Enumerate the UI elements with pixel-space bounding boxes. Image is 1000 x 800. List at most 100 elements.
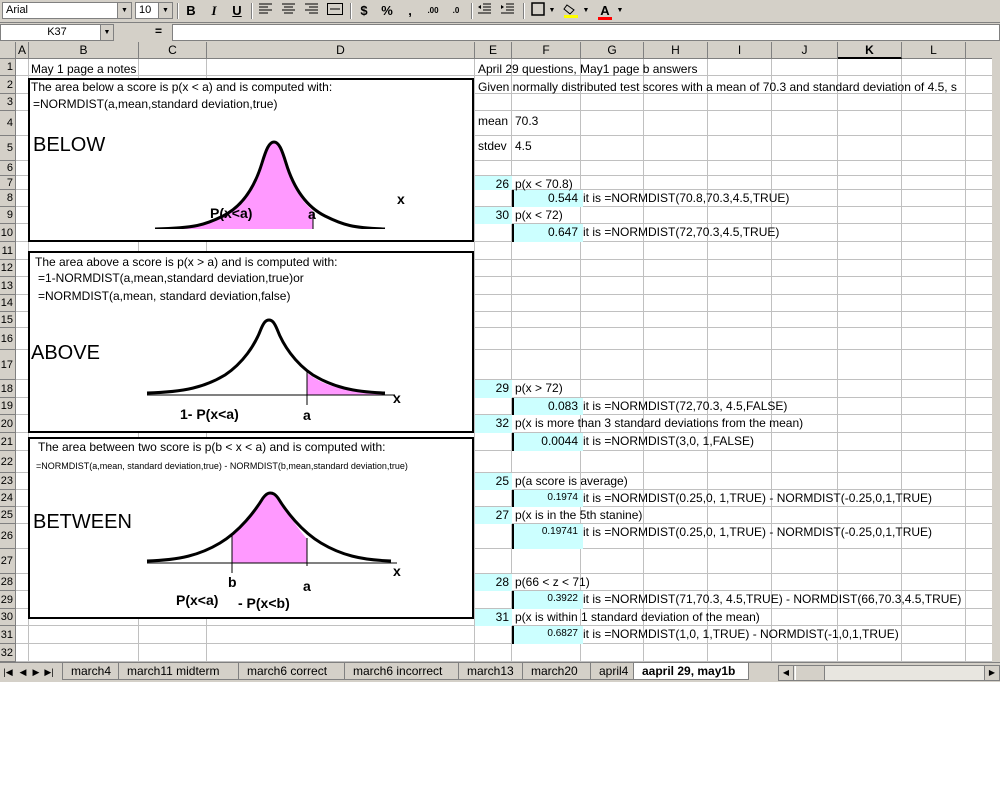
row-header-26[interactable]: 26	[0, 524, 16, 549]
sheet-tab[interactable]: march11 midterm	[118, 663, 240, 680]
row-header-22[interactable]: 22	[0, 451, 16, 473]
column-header-f[interactable]: F	[512, 42, 581, 59]
column-gridline	[511, 59, 512, 662]
scroll-left-button[interactable]: ◀	[779, 666, 794, 680]
vertical-scrollbar[interactable]	[992, 42, 1000, 662]
row-header-29[interactable]: 29	[0, 591, 16, 609]
row-header-14[interactable]: 14	[0, 295, 16, 312]
row-header-24[interactable]: 24	[0, 490, 16, 507]
formula-input[interactable]	[172, 24, 1000, 41]
answers-given: Given normally distributed test scores w…	[478, 80, 957, 94]
font-size-select[interactable]: 10 ▼	[135, 2, 173, 19]
row-header-8[interactable]: 8	[0, 190, 16, 207]
fill-color-dropdown[interactable]: ▼	[581, 2, 591, 20]
font-name-select[interactable]: Arial ▼	[2, 2, 132, 19]
answer-formula: it is =NORMDIST(72,70.3, 4.5,FALSE)	[583, 399, 788, 413]
merge-center-button[interactable]	[325, 2, 345, 20]
between-caption-2: - P(x<b)	[238, 595, 290, 611]
column-gridline	[707, 59, 708, 662]
column-header-d[interactable]: D	[207, 42, 475, 59]
first-sheet-button[interactable]: |◀	[2, 665, 14, 680]
italic-button[interactable]: I	[204, 2, 224, 20]
select-all-corner[interactable]	[0, 42, 16, 59]
fill-color-button[interactable]	[561, 2, 581, 20]
row-header-11[interactable]: 11	[0, 242, 16, 260]
answer-value: 0.19741	[541, 526, 578, 537]
question-number: 29	[495, 381, 509, 395]
row-header-5[interactable]: 5	[0, 136, 16, 161]
row-header-1[interactable]: 1	[0, 59, 16, 76]
sheet-tab[interactable]: march6 correct	[238, 663, 346, 680]
column-header-a[interactable]: A	[16, 42, 29, 59]
scroll-thumb[interactable]	[795, 666, 825, 680]
scroll-right-button[interactable]: ▶	[984, 666, 999, 680]
row-header-28[interactable]: 28	[0, 574, 16, 591]
column-header-g[interactable]: G	[581, 42, 644, 59]
align-right-button[interactable]	[302, 2, 322, 20]
row-header-12[interactable]: 12	[0, 260, 16, 277]
row-header-20[interactable]: 20	[0, 415, 16, 433]
comma-button[interactable]: ,	[400, 2, 420, 20]
row-header-32[interactable]: 32	[0, 644, 16, 662]
row-header-6[interactable]: 6	[0, 161, 16, 176]
question-number: 30	[495, 208, 509, 222]
last-sheet-button[interactable]: ▶|	[43, 665, 55, 680]
row-header-27[interactable]: 27	[0, 549, 16, 574]
formatting-toolbar: Arial ▼ 10 ▼ B I U $ % , .00 .0 ▼ ▼ A ▼	[0, 0, 1000, 23]
row-header-21[interactable]: 21	[0, 433, 16, 451]
sheet-tab[interactable]: march6 incorrect	[344, 663, 460, 680]
borders-button[interactable]	[528, 2, 548, 20]
font-color-button[interactable]: A	[595, 2, 615, 20]
row-header-9[interactable]: 9	[0, 207, 16, 224]
column-header-l[interactable]: L	[902, 42, 966, 59]
increase-decimal-button[interactable]: .00	[423, 2, 443, 20]
column-header-e[interactable]: E	[475, 42, 512, 59]
name-box-dropdown[interactable]: ▼	[100, 24, 114, 41]
percent-button[interactable]: %	[377, 2, 397, 20]
sheet-tab[interactable]: aapril 29, may1b	[633, 663, 749, 680]
column-header-b[interactable]: B	[29, 42, 139, 59]
align-left-button[interactable]	[256, 2, 276, 20]
sheet-tab[interactable]: march4	[62, 663, 120, 680]
row-header-4[interactable]: 4	[0, 111, 16, 136]
column-header-i[interactable]: I	[708, 42, 772, 59]
sheet-tab[interactable]: march20	[522, 663, 592, 680]
align-center-button[interactable]	[279, 2, 299, 20]
decrease-indent-button[interactable]	[475, 2, 495, 20]
chevron-down-icon[interactable]: ▼	[158, 3, 172, 18]
column-header-j[interactable]: J	[772, 42, 838, 59]
row-header-23[interactable]: 23	[0, 473, 16, 490]
font-color-dropdown[interactable]: ▼	[615, 2, 625, 20]
row-header-7[interactable]: 7	[0, 176, 16, 190]
row-header-17[interactable]: 17	[0, 350, 16, 380]
underline-button[interactable]: U	[227, 2, 247, 20]
row-header-15[interactable]: 15	[0, 312, 16, 328]
row-header-31[interactable]: 31	[0, 626, 16, 644]
row-header-18[interactable]: 18	[0, 380, 16, 398]
row-header-19[interactable]: 19	[0, 398, 16, 415]
chevron-down-icon[interactable]: ▼	[117, 3, 131, 18]
row-header-13[interactable]: 13	[0, 277, 16, 295]
sheet-tab[interactable]: april4	[590, 663, 635, 680]
column-header-h[interactable]: H	[644, 42, 708, 59]
column-header-k[interactable]: K	[838, 42, 902, 59]
row-header-2[interactable]: 2	[0, 76, 16, 94]
name-box[interactable]: K37	[0, 24, 114, 41]
bold-button[interactable]: B	[181, 2, 201, 20]
next-sheet-button[interactable]: ▶	[30, 665, 42, 680]
sheet-tab[interactable]: march13	[458, 663, 524, 680]
borders-dropdown[interactable]: ▼	[547, 2, 557, 20]
above-x-label: x	[393, 390, 401, 406]
row-header-25[interactable]: 25	[0, 507, 16, 524]
prev-sheet-button[interactable]: ◀	[17, 665, 29, 680]
horizontal-scrollbar[interactable]: ◀ ▶	[778, 665, 1000, 681]
decrease-decimal-button[interactable]: .0	[446, 2, 466, 20]
equals-button[interactable]: =	[155, 24, 162, 38]
increase-indent-button[interactable]	[498, 2, 518, 20]
row-header-10[interactable]: 10	[0, 224, 16, 242]
row-header-3[interactable]: 3	[0, 94, 16, 111]
column-header-c[interactable]: C	[139, 42, 207, 59]
row-header-30[interactable]: 30	[0, 609, 16, 626]
currency-button[interactable]: $	[354, 2, 374, 20]
row-header-16[interactable]: 16	[0, 328, 16, 350]
